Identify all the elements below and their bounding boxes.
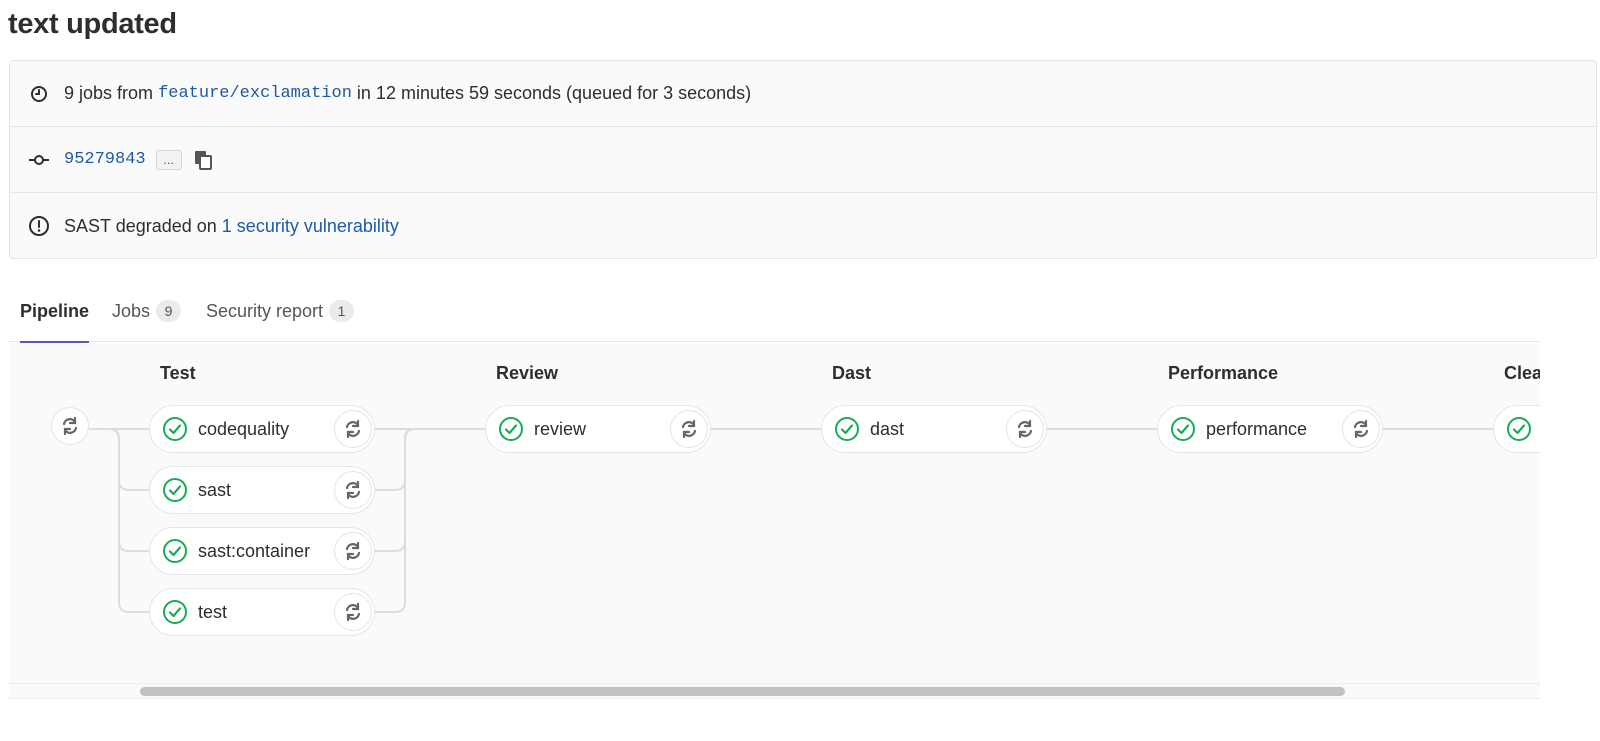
sast-row: SAST degraded on 1 security vulnerabilit… — [10, 193, 1596, 259]
stage-title-cleanup: Clea — [1504, 363, 1540, 383]
job-sast[interactable]: sast — [149, 466, 375, 514]
job-review[interactable]: review — [485, 405, 711, 453]
job-codequality[interactable]: codequality — [149, 405, 375, 453]
pipeline-graph[interactable]: Test codequality sast sast:container tes… — [9, 343, 1540, 683]
retry-icon[interactable] — [51, 407, 89, 445]
copy-icon[interactable] — [192, 149, 214, 171]
job-name: dast — [870, 418, 905, 439]
warning-circle-icon — [28, 215, 50, 237]
job-name: test — [198, 601, 228, 622]
stage-title-performance: Performance — [1168, 363, 1279, 383]
security-vulnerability-link[interactable]: 1 security vulnerability — [222, 216, 399, 237]
sast-text: SAST degraded on — [64, 215, 217, 236]
retry-icon[interactable] — [334, 410, 372, 448]
tab-jobs[interactable]: Jobs 9 — [112, 280, 182, 342]
horizontal-scrollbar[interactable] — [9, 683, 1540, 699]
retry-icon[interactable] — [1342, 410, 1380, 448]
branch-link[interactable]: feature/exclamation — [158, 84, 352, 103]
scrollbar-thumb[interactable] — [140, 687, 1345, 696]
success-check-icon — [498, 416, 524, 442]
tab-label: Jobs — [112, 300, 151, 321]
tab-label: Security report — [206, 300, 324, 321]
commit-icon — [28, 149, 50, 171]
retry-icon[interactable] — [334, 471, 372, 509]
jobs-count-text: 9 jobs from — [64, 83, 154, 103]
commit-sha-link[interactable]: 95279843 — [64, 150, 146, 169]
clock-icon — [28, 83, 50, 105]
job-name: sast:container — [198, 540, 311, 561]
job-name: sast — [198, 479, 232, 500]
commit-message-toggle-button[interactable]: ... — [155, 149, 182, 170]
pipeline-info-box: 9 jobs from feature/exclamation in 12 mi… — [9, 60, 1597, 259]
tab-count-badge: 1 — [329, 300, 355, 322]
page-title: text updated — [8, 8, 177, 40]
commit-row: 95279843 ... — [10, 127, 1596, 193]
job-test[interactable]: test — [149, 588, 375, 636]
success-check-icon — [162, 416, 188, 442]
job-name: review — [534, 418, 587, 439]
tab-count-badge: 9 — [156, 300, 182, 322]
job-name: codequality — [198, 418, 290, 439]
retry-icon[interactable] — [1006, 410, 1044, 448]
success-check-icon — [162, 599, 188, 625]
pipeline-tabs: Pipeline Jobs 9 Security report 1 — [9, 280, 1540, 343]
job-name: performance — [1206, 418, 1308, 439]
tab-pipeline[interactable]: Pipeline — [20, 280, 90, 343]
success-check-icon — [1170, 416, 1196, 442]
job-performance[interactable]: performance — [1157, 405, 1383, 453]
tab-label: Pipeline — [20, 300, 90, 321]
success-check-icon — [162, 477, 188, 503]
pipeline-summary-row: 9 jobs from feature/exclamation in 12 mi… — [10, 61, 1596, 127]
success-check-icon — [834, 416, 860, 442]
stage-title-test: Test — [160, 363, 196, 383]
retry-icon[interactable] — [334, 532, 372, 570]
retry-icon[interactable] — [334, 593, 372, 631]
stage-title-dast: Dast — [832, 363, 872, 383]
job-sast-container[interactable]: sast:container — [149, 527, 375, 575]
job-dast[interactable]: dast — [821, 405, 1047, 453]
success-check-icon — [162, 538, 188, 564]
retry-icon[interactable] — [670, 410, 708, 448]
job-cleanup[interactable] — [1493, 405, 1540, 453]
tab-security-report[interactable]: Security report 1 — [206, 280, 355, 342]
success-check-icon — [1506, 416, 1532, 442]
stage-title-review: Review — [496, 363, 559, 383]
duration-text: in 12 minutes 59 seconds (queued for 3 s… — [356, 83, 752, 103]
